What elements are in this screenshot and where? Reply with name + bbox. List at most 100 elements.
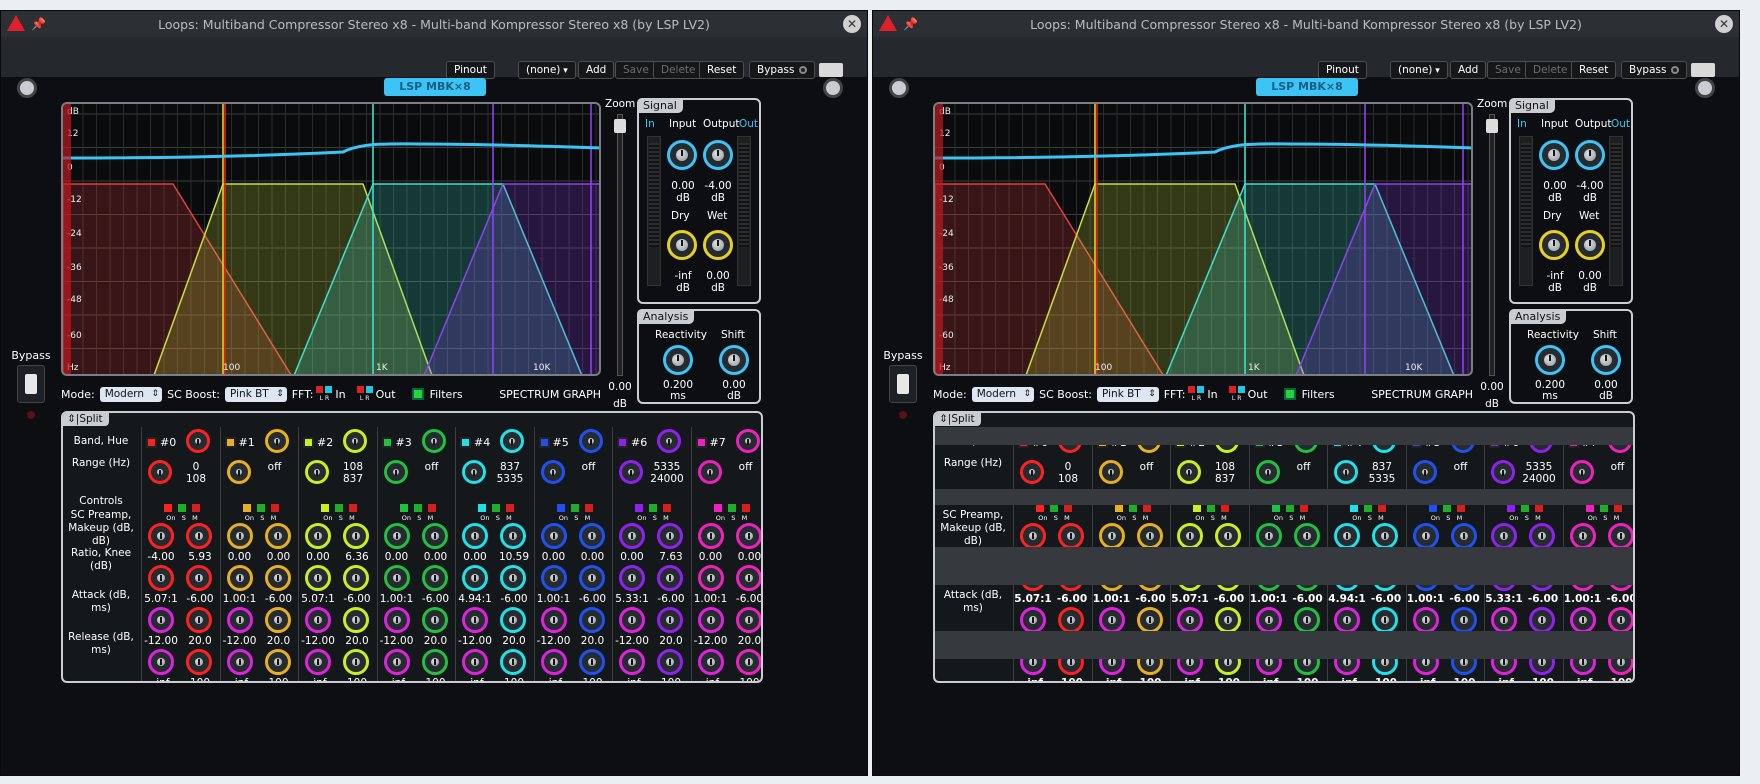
band-on-toggle[interactable] [242, 504, 251, 512]
band-range-knob[interactable] [1334, 460, 1358, 484]
band-enable-icon[interactable] [224, 437, 236, 448]
attack-threshold-knob[interactable] [1177, 607, 1203, 633]
preset-select[interactable]: (none) [518, 61, 576, 79]
title-bar[interactable]: 📌 Loops: Multiband Compressor Stereo x8 … [873, 11, 1739, 37]
attack-time-knob[interactable] [1058, 607, 1084, 633]
band-number[interactable]: #7 [695, 436, 726, 449]
spectrum-graph[interactable]: dB120-12-24-36-48-60Hz1001K10K [933, 102, 1473, 376]
band-mute-toggle[interactable] [1299, 504, 1308, 512]
attack-threshold-knob[interactable] [226, 607, 253, 633]
band-on-toggle[interactable] [478, 504, 486, 512]
release-time-knob[interactable] [186, 649, 212, 675]
attack-threshold-knob[interactable] [697, 607, 724, 633]
band-number[interactable]: #0 [146, 436, 176, 449]
attack-time-knob[interactable] [1293, 607, 1320, 633]
sc-preamp-knob[interactable] [305, 523, 331, 549]
makeup-knob[interactable] [500, 523, 526, 549]
bypass-button[interactable]: Bypass [1621, 61, 1688, 79]
save-button[interactable]: Save [615, 61, 657, 79]
sc-preamp-knob[interactable] [1412, 523, 1439, 549]
reset-button[interactable]: Reset [699, 61, 745, 79]
sc-preamp-knob[interactable] [383, 523, 410, 549]
pinout-button[interactable]: Pinout [446, 61, 495, 79]
band-mute-toggle[interactable] [192, 504, 200, 512]
band-number[interactable]: #5 [538, 436, 569, 449]
band-range-knob[interactable] [383, 460, 408, 484]
makeup-knob[interactable] [578, 523, 605, 549]
attack-threshold-knob[interactable] [1020, 607, 1046, 633]
band-solo-toggle[interactable] [1207, 504, 1215, 512]
attack-threshold-knob[interactable] [1255, 607, 1282, 633]
band-mute-toggle[interactable] [349, 504, 357, 512]
sc-preamp-knob[interactable] [697, 523, 724, 549]
delete-button[interactable]: Delete [653, 61, 704, 79]
makeup-knob[interactable] [1607, 523, 1633, 549]
band-range-knob[interactable] [1569, 460, 1594, 484]
band-range-knob[interactable] [1098, 460, 1123, 484]
makeup-knob[interactable] [1529, 523, 1555, 549]
attack-time-knob[interactable] [500, 607, 526, 633]
attack-threshold-knob[interactable] [1098, 607, 1125, 633]
ratio-knob[interactable] [226, 565, 253, 591]
attack-threshold-knob[interactable] [1334, 607, 1360, 633]
band-hue-knob[interactable] [343, 429, 367, 453]
attack-threshold-knob[interactable] [148, 607, 174, 633]
reactivity-knob[interactable] [663, 345, 693, 375]
ui-scale-knob-left-icon[interactable] [17, 78, 37, 98]
shift-knob[interactable] [1591, 345, 1621, 375]
band-range-knob[interactable] [540, 460, 565, 484]
band-enable-icon[interactable] [538, 437, 550, 448]
knee-knob[interactable] [421, 565, 448, 591]
band-enable-icon[interactable] [617, 437, 628, 448]
release-threshold-knob[interactable] [226, 649, 253, 675]
band-range-knob[interactable] [148, 460, 172, 484]
band-on-toggle[interactable] [1114, 504, 1123, 512]
zoom-slider[interactable] [614, 114, 626, 376]
fft-out-toggles[interactable]: L R [356, 386, 374, 402]
band-mute-toggle[interactable] [1535, 504, 1543, 512]
makeup-knob[interactable] [1136, 523, 1163, 549]
band-mute-toggle[interactable] [506, 504, 514, 512]
band-hue-knob[interactable] [578, 429, 603, 453]
add-button[interactable]: Add [578, 61, 615, 79]
attack-threshold-knob[interactable] [540, 607, 567, 633]
band-mute-toggle[interactable] [1064, 504, 1072, 512]
band-mute-toggle[interactable] [1613, 504, 1622, 512]
band-on-toggle[interactable] [635, 504, 643, 512]
band-on-toggle[interactable] [1428, 504, 1437, 512]
release-time-knob[interactable] [578, 649, 605, 675]
band-on-toggle[interactable] [1036, 504, 1044, 512]
band-range-knob[interactable] [226, 460, 251, 484]
split-toggle[interactable]: ⇕|Split [935, 413, 981, 426]
ratio-knob[interactable] [148, 565, 174, 591]
makeup-knob[interactable] [1058, 523, 1084, 549]
band-on-toggle[interactable] [164, 504, 172, 512]
band-solo-toggle[interactable] [727, 504, 736, 512]
sc-preamp-knob[interactable] [1569, 523, 1596, 549]
output-gain-knob[interactable] [703, 140, 733, 170]
pin-icon[interactable]: 📌 [31, 17, 46, 31]
sc-preamp-knob[interactable] [462, 523, 488, 549]
attack-threshold-knob[interactable] [1569, 607, 1596, 633]
band-range-knob[interactable] [462, 460, 486, 484]
sc-preamp-knob[interactable] [148, 523, 174, 549]
band-range-knob[interactable] [1255, 460, 1280, 484]
attack-time-knob[interactable] [343, 607, 369, 633]
makeup-knob[interactable] [421, 523, 448, 549]
attack-time-knob[interactable] [1136, 607, 1163, 633]
pin-icon[interactable]: 📌 [903, 17, 918, 31]
dry-knob[interactable] [667, 230, 697, 260]
makeup-knob[interactable] [343, 523, 369, 549]
band-mute-toggle[interactable] [1378, 504, 1386, 512]
makeup-knob[interactable] [735, 523, 761, 549]
sc-preamp-knob[interactable] [226, 523, 253, 549]
band-solo-toggle[interactable] [1442, 504, 1451, 512]
knee-knob[interactable] [500, 565, 526, 591]
release-time-knob[interactable] [421, 649, 448, 675]
band-solo-toggle[interactable] [649, 504, 657, 512]
reactivity-knob[interactable] [1535, 345, 1565, 375]
band-hue-knob[interactable] [421, 429, 446, 453]
band-hue-knob[interactable] [500, 429, 524, 453]
input-gain-knob[interactable] [667, 140, 697, 170]
release-time-knob[interactable] [500, 649, 526, 675]
